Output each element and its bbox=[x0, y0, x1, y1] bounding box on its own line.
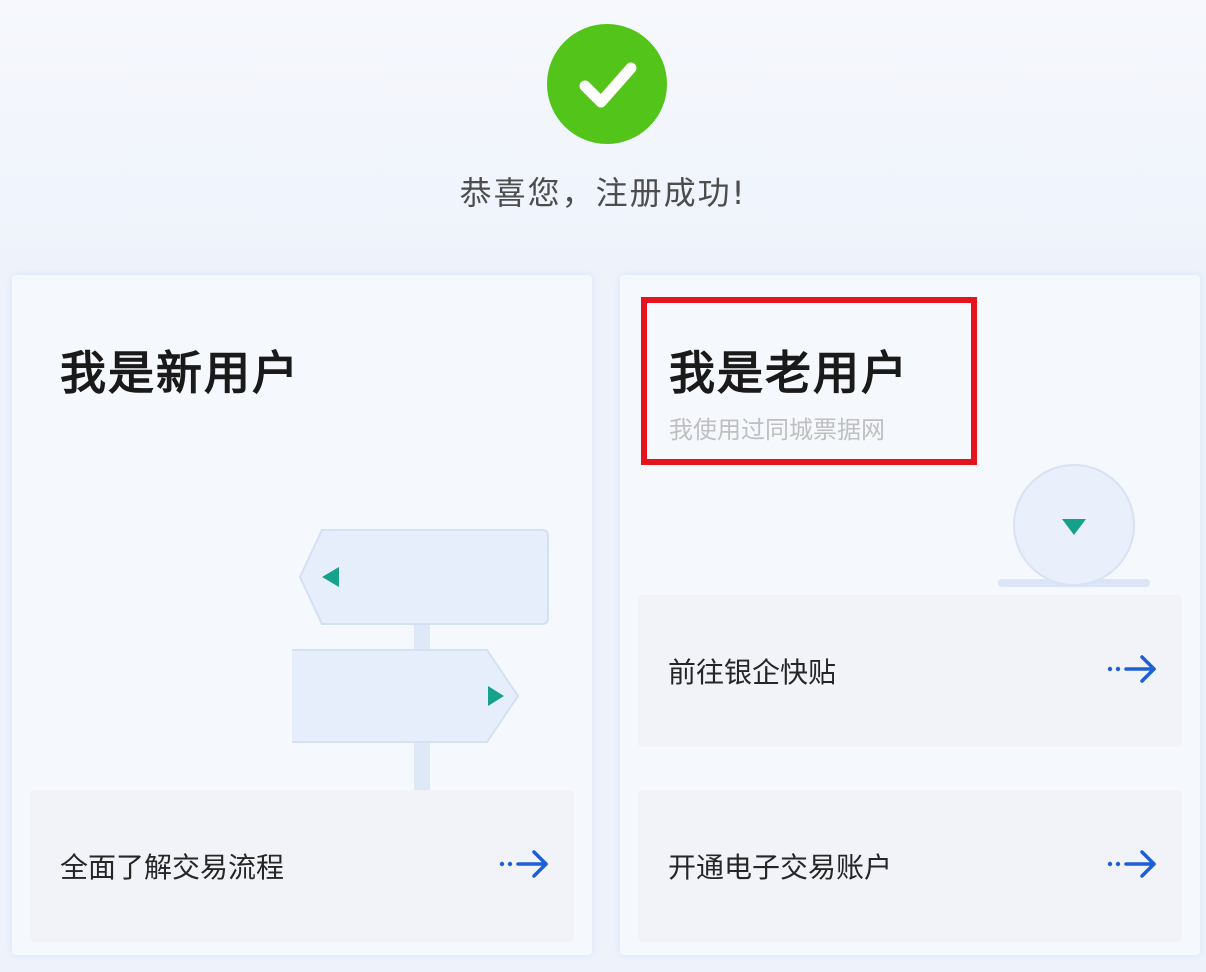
learn-trading-process-label: 全面了解交易流程 bbox=[60, 851, 285, 884]
arrow-right-icon bbox=[499, 850, 548, 878]
location-pin-icon bbox=[998, 464, 1150, 587]
new-user-card[interactable]: 我是新用户 全面了解交易流程 bbox=[12, 275, 592, 955]
open-e-trading-account-label: 开通电子交易账户 bbox=[668, 851, 893, 884]
learn-trading-process-button[interactable]: 全面了解交易流程 bbox=[30, 790, 574, 942]
go-to-quick-post-label: 前往银企快贴 bbox=[668, 656, 837, 689]
old-user-title: 我是老用户 bbox=[669, 346, 909, 400]
open-e-trading-account-button[interactable]: 开通电子交易账户 bbox=[638, 790, 1182, 942]
go-to-quick-post-button[interactable]: 前往银企快贴 bbox=[638, 595, 1182, 747]
arrow-right-icon bbox=[1107, 850, 1156, 878]
arrow-right-icon bbox=[1107, 655, 1156, 683]
check-circle-icon bbox=[547, 24, 667, 144]
old-user-subtitle: 我使用过同城票据网 bbox=[669, 416, 885, 444]
new-user-title: 我是新用户 bbox=[60, 346, 300, 400]
signpost-icon bbox=[292, 529, 549, 790]
old-user-card[interactable]: 我是老用户 我使用过同城票据网 前往银企快贴 开通电子交易账户 bbox=[620, 275, 1200, 955]
success-message: 恭喜您，注册成功! bbox=[459, 174, 747, 212]
success-header: 恭喜您，注册成功! bbox=[0, 0, 1206, 262]
